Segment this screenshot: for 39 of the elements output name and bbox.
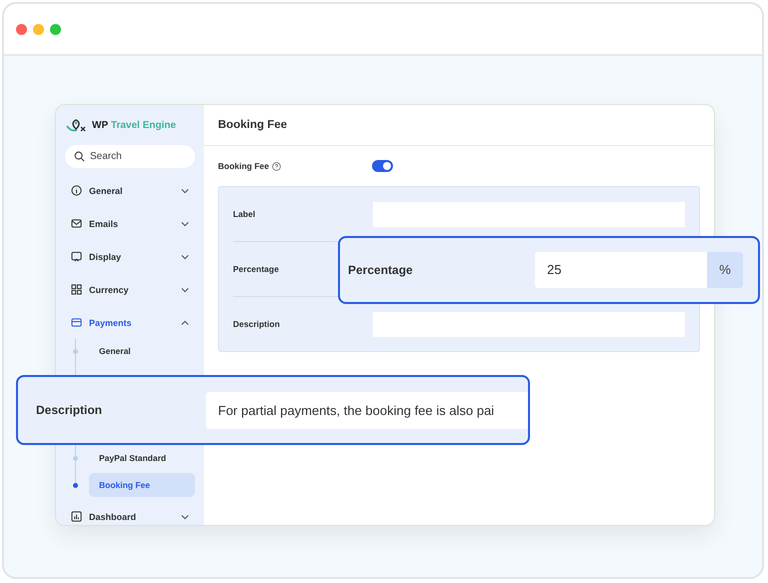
field-label: Booking Fee — [218, 161, 270, 171]
description-field[interactable]: For partial payments, the booking fee is also pai — [206, 392, 528, 428]
sidebar-item[interactable]: Dashboard — [65, 500, 195, 525]
grid-icon — [71, 284, 82, 295]
sidebar-item[interactable]: Payments — [65, 306, 195, 339]
minimize-dot-icon[interactable] — [33, 24, 44, 34]
field-label: Description — [233, 319, 280, 329]
sidebar-subitem[interactable]: PayPal Standard — [89, 446, 195, 470]
info-icon — [71, 185, 82, 196]
logo-text: WP Travel Engine — [92, 120, 176, 130]
bullet-icon — [73, 482, 78, 488]
help-icon[interactable] — [272, 162, 282, 170]
sidebar-item[interactable]: Display — [65, 240, 195, 273]
percentage-field[interactable]: 25 % — [535, 252, 743, 288]
chevron-down-icon — [181, 254, 189, 260]
mail-icon — [71, 218, 82, 229]
sidebar-subitem[interactable]: Booking Fee — [89, 473, 195, 497]
toggle-switch[interactable] — [372, 160, 394, 172]
chevron-down-icon — [181, 514, 189, 520]
sidebar-subitem[interactable]: General — [89, 339, 195, 363]
chart-icon — [71, 511, 82, 522]
chevron-down-icon — [181, 188, 189, 194]
close-dot-icon[interactable] — [16, 24, 27, 34]
card-icon — [71, 317, 82, 328]
chevron-down-icon — [181, 220, 189, 226]
field-label: Percentage — [233, 264, 279, 274]
chevron-up-icon — [181, 320, 189, 326]
page-title: Booking Fee — [204, 105, 714, 146]
sidebar-item[interactable]: Emails — [65, 207, 195, 240]
unit-suffix: % — [707, 252, 743, 288]
maximize-dot-icon[interactable] — [50, 24, 61, 34]
search-field[interactable]: Search — [65, 145, 195, 168]
sidebar-item[interactable]: Currency — [65, 273, 195, 306]
field-label: Percentage — [348, 263, 414, 277]
chevron-down-icon — [181, 286, 189, 292]
display-icon — [71, 251, 82, 262]
field-label: Description — [36, 403, 102, 417]
sidebar-item[interactable]: General — [65, 174, 195, 207]
field-label: Label — [233, 209, 256, 219]
